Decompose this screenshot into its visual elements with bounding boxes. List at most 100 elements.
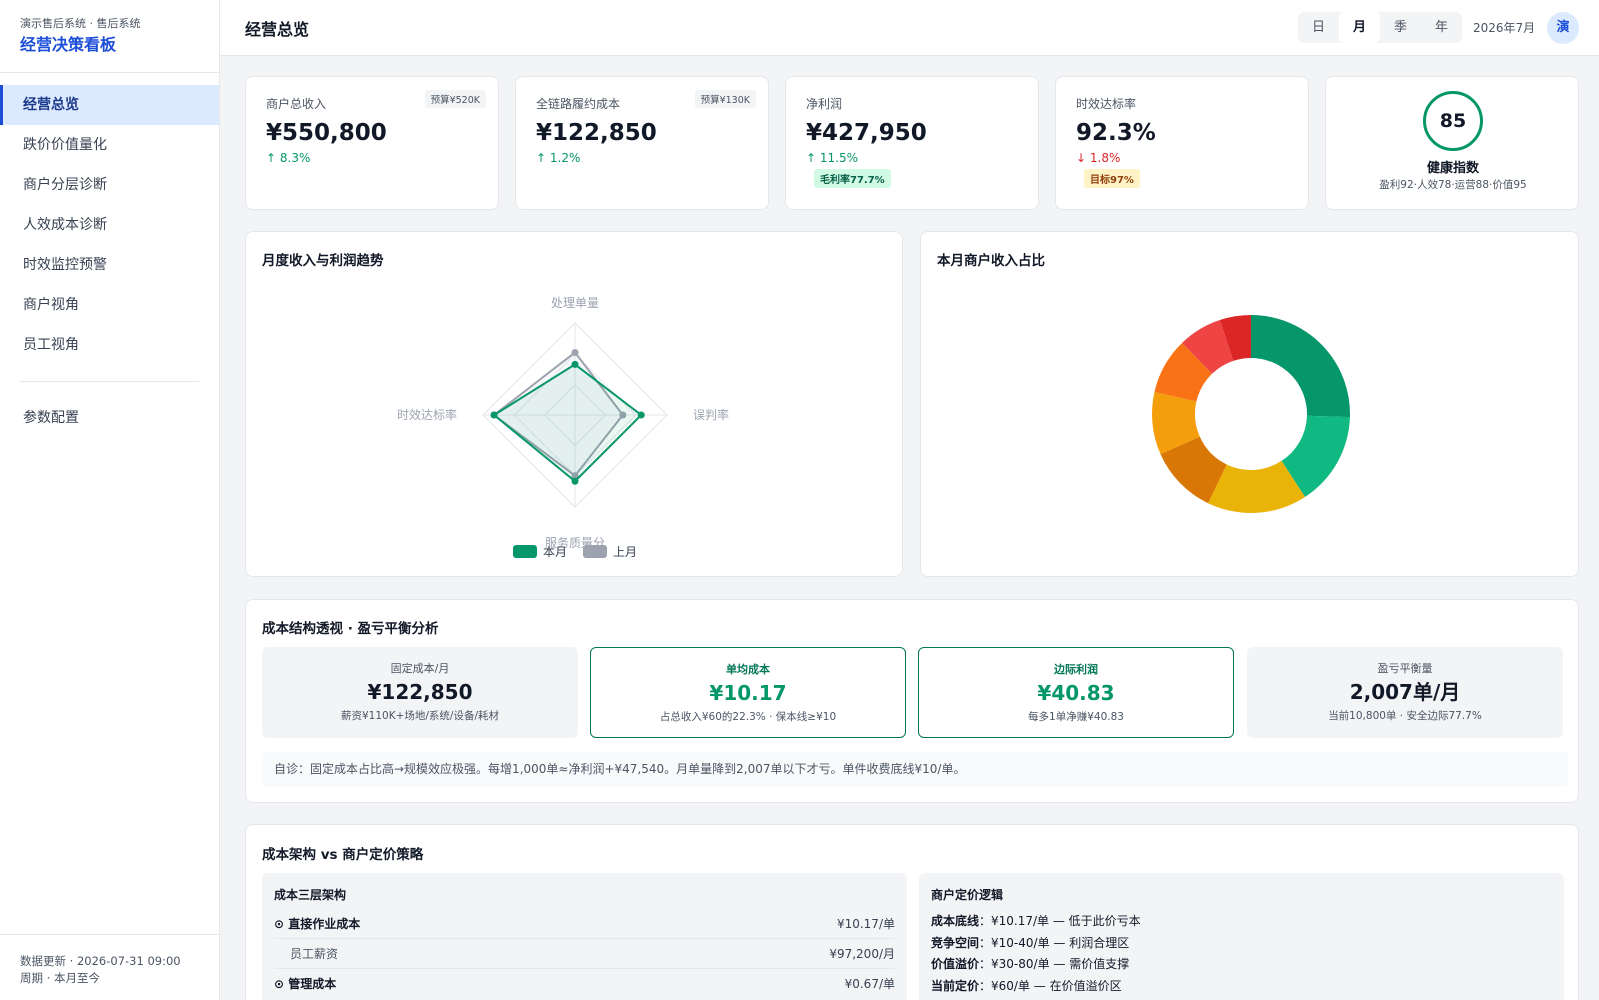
- radar-chart: 处理单量误判率服务质量分时效达标率: [397, 296, 729, 550]
- logic-text: ：¥10-40/单 — 利润合理区: [979, 935, 1130, 950]
- legend-swatch: [583, 545, 607, 558]
- period-month-button[interactable]: 月: [1339, 12, 1380, 43]
- breakeven-volume-box: 盈亏平衡量 2,007单/月 当前10,800单 · 安全边际77.7%: [1247, 647, 1563, 738]
- logic-line: 成本底线：¥10.17/单 — 低于此价亏本: [931, 911, 1552, 933]
- budget-badge: 预算¥520K: [424, 90, 486, 108]
- radar-axis-label: 处理单量: [551, 296, 599, 310]
- row-label: 员工薪资: [290, 947, 339, 961]
- kpi-card-timeliness: 时效达标率 92.3% ↓ 1.8% 目标97%: [1055, 76, 1309, 210]
- kpi-value: 92.3%: [1076, 120, 1156, 146]
- logic-text: ：¥30-80/单 — 需价值支撑: [979, 957, 1130, 971]
- kpi-card-health: 85 健康指数 盈利92·人效78·运营88·价值95: [1325, 76, 1579, 210]
- budget-badge: 预算¥130K: [694, 90, 756, 108]
- donut-chart: [1152, 315, 1350, 513]
- health-title: 健康指数: [1426, 161, 1479, 176]
- sidebar-item-staff-view[interactable]: 员工视角: [0, 325, 219, 365]
- row-value: ¥0.67/单: [844, 977, 895, 991]
- health-score-ring: 85: [1423, 91, 1483, 151]
- box-value: ¥122,850: [367, 680, 473, 704]
- kpi-trend: ↓ 1.8%: [1076, 151, 1121, 165]
- radar-point: [571, 360, 579, 368]
- kpi-trend: ↑ 11.5%: [806, 151, 858, 165]
- sidebar-item-settings[interactable]: 参数配置: [0, 398, 219, 438]
- logic-key: 竞争空间: [931, 935, 980, 950]
- legend-label: 上月: [613, 545, 638, 559]
- legend-item-previous[interactable]: 上月: [583, 543, 637, 560]
- legend-label: 本月: [542, 545, 567, 559]
- data-updated-text: 数据更新 · 2026-07-31 09:00: [20, 954, 181, 968]
- logic-line: 价值溢价：¥30-80/单 — 需价值支撑: [931, 954, 1552, 976]
- kpi-value: ¥122,850: [536, 120, 657, 146]
- kpi-value: ¥550,800: [266, 120, 387, 146]
- radar-point: [571, 348, 579, 356]
- unit-cost-box: 单均成本 ¥10.17 占总收入¥60的22.3% · 保本线≥¥10: [590, 647, 906, 738]
- period-quarter-button[interactable]: 季: [1380, 12, 1421, 43]
- kpi-card-cost: 全链路履约成本 预算¥130K ¥122,850 ↑ 1.2%: [515, 76, 769, 210]
- breakeven-card: 成本结构透视 · 盈亏平衡分析 固定成本/月 ¥122,850 薪资¥110K+…: [245, 599, 1579, 803]
- sidebar: 演示售后系统 · 售后系统 经营决策看板 经营总览 跌价价值量化 商户分层诊断 …: [0, 0, 220, 1000]
- sidebar-item-timeliness[interactable]: 时效监控预警: [0, 245, 219, 285]
- sidebar-item-depreciation[interactable]: 跌价价值量化: [0, 125, 219, 165]
- gross-margin-tag: 毛利率77.7%: [814, 169, 891, 188]
- sidebar-footer: 数据更新 · 2026-07-31 09:00 周期 · 本月至今: [0, 934, 220, 1000]
- logic-text: ：¥10.17/单 — 低于此价亏本: [979, 914, 1141, 928]
- avatar[interactable]: 演: [1547, 12, 1579, 44]
- box-label: 盈亏平衡量: [1377, 662, 1433, 675]
- cost-row-management[interactable]: ⊙ 管理成本 ¥0.67/单: [274, 969, 895, 999]
- row-label: ⊙ 管理成本: [274, 977, 337, 991]
- self-diagnosis-text: 自诊：固定成本占比高→规模效应极强。每增1,000单≈净利润+¥47,540。月…: [262, 752, 1568, 787]
- fixed-cost-box: 固定成本/月 ¥122,850 薪资¥110K+场地/系统/设备/耗材: [262, 647, 578, 738]
- brand-subtitle: 演示售后系统 · 售后系统: [20, 17, 141, 30]
- radar-legend: 本月 上月: [246, 543, 904, 560]
- nav-divider: [20, 381, 199, 382]
- box-sub: 每多1单净赚¥40.83: [1028, 711, 1124, 723]
- logic-key: 价值溢价: [931, 957, 980, 971]
- box-label: 单均成本: [726, 663, 770, 676]
- period-day-button[interactable]: 日: [1298, 12, 1339, 43]
- pricing-card: 成本架构 vs 商户定价策略 成本三层架构 ⊙ 直接作业成本 ¥10.17/单 …: [245, 824, 1579, 1000]
- radar-axis-label: 时效达标率: [397, 407, 457, 422]
- cost-row-direct[interactable]: ⊙ 直接作业成本 ¥10.17/单: [274, 909, 895, 939]
- top-header: 经营总览 日 月 季 年 2026年7月 演: [220, 0, 1599, 56]
- sidebar-item-overview[interactable]: 经营总览: [0, 85, 219, 125]
- kpi-trend: ↑ 8.3%: [266, 151, 311, 165]
- row-value: ¥10.17/单: [836, 917, 895, 931]
- section-title: 成本架构 vs 商户定价策略: [262, 847, 424, 863]
- kpi-card-net-profit: 净利润 ¥427,950 ↑ 11.5% 毛利率77.7%: [785, 76, 1039, 210]
- period-switcher: 日 月 季 年: [1298, 12, 1462, 43]
- sidebar-item-merchant-tier[interactable]: 商户分层诊断: [0, 165, 219, 205]
- date-selector[interactable]: 2026年7月: [1473, 19, 1535, 36]
- logic-line: 竞争空间：¥10-40/单 — 利润合理区: [931, 933, 1552, 955]
- share-chart-card: 本月商户收入占比: [920, 231, 1579, 577]
- legend-item-current[interactable]: 本月: [512, 543, 567, 560]
- logic-text: ：¥60/单 — 在价值溢价区: [979, 978, 1122, 993]
- box-label: 固定成本/月: [390, 662, 450, 675]
- box-sub: 当前10,800单 · 安全边际77.7%: [1328, 710, 1482, 722]
- row-label: ⊙ 直接作业成本: [274, 917, 361, 931]
- radar-point: [490, 411, 498, 419]
- brand-title: 经营决策看板: [20, 35, 117, 54]
- logic-key: 成本底线: [931, 914, 980, 928]
- cost-row-salary: 员工薪资 ¥97,200/月: [274, 939, 895, 969]
- kpi-label: 净利润: [806, 97, 843, 111]
- panel-title: 成本三层架构: [274, 888, 347, 902]
- trend-chart-card: 月度收入与利润趋势 处理单量 误判率 服务质量分 时效达标率 本月 上月: [245, 231, 903, 577]
- box-value: ¥10.17: [709, 681, 787, 705]
- radar-point: [571, 477, 579, 485]
- box-sub: 占总收入¥60的22.3% · 保本线≥¥10: [659, 711, 837, 723]
- period-text: 周期 · 本月至今: [20, 971, 100, 985]
- logic-key: 当前定价: [931, 978, 980, 993]
- radar-point: [637, 411, 645, 419]
- sidebar-item-efficiency-cost[interactable]: 人效成本诊断: [0, 205, 219, 245]
- donut-slice: [1251, 315, 1350, 418]
- sidebar-item-merchant-view[interactable]: 商户视角: [0, 285, 219, 325]
- radar-axis-label: 误判率: [693, 407, 729, 422]
- legend-swatch: [512, 545, 537, 558]
- page-title: 经营总览: [245, 20, 310, 39]
- sidebar-nav: 经营总览 跌价价值量化 商户分层诊断 人效成本诊断 时效监控预警 商户视角 员工…: [0, 73, 219, 438]
- cost-architecture-panel: 成本三层架构 ⊙ 直接作业成本 ¥10.17/单 员工薪资 ¥97,200/月 …: [262, 873, 907, 1000]
- kpi-card-revenue: 商户总收入 预算¥520K ¥550,800 ↑ 8.3%: [245, 76, 499, 210]
- period-year-button[interactable]: 年: [1421, 12, 1462, 43]
- section-title: 成本结构透视 · 盈亏平衡分析: [262, 621, 439, 637]
- box-label: 边际利润: [1054, 663, 1098, 676]
